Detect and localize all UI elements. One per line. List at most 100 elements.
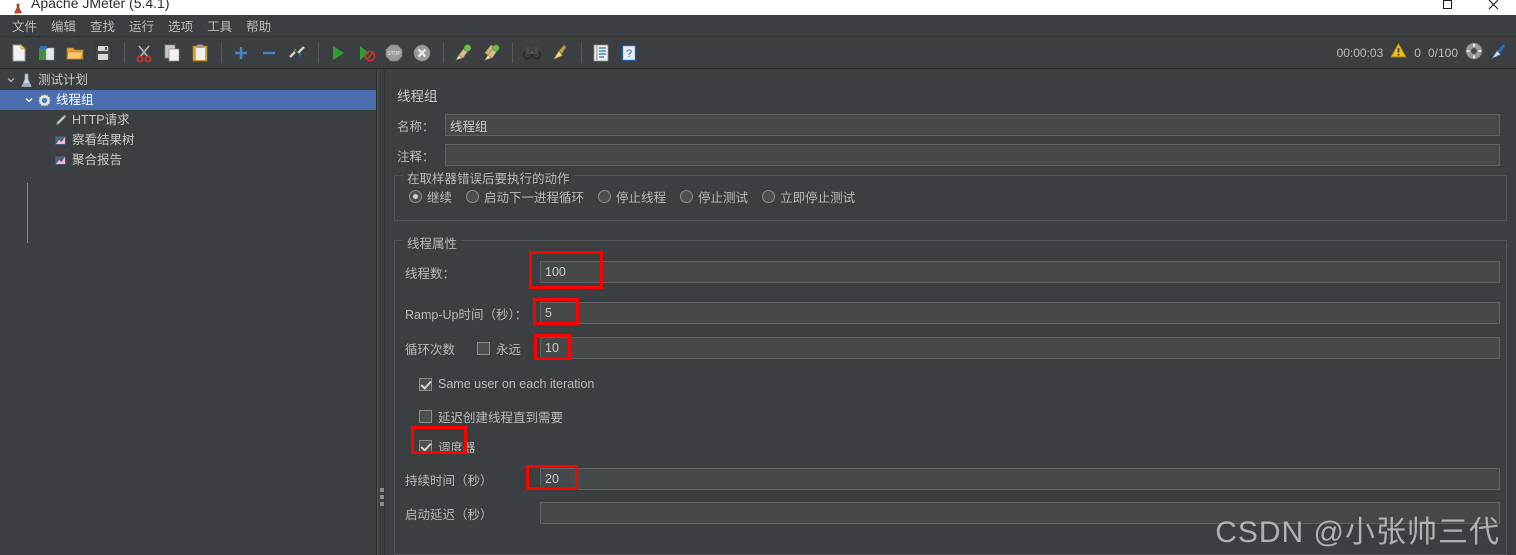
toolbar-separator-4 xyxy=(443,42,444,63)
sampler-error-action-group: 在取样器错误后要执行的动作 继续 启动下一进程循环 停止线程 停止测试 立即停止… xyxy=(394,168,1507,221)
search-button[interactable] xyxy=(519,40,545,66)
radio-start-next-loop[interactable]: 启动下一进程循环 xyxy=(466,187,584,206)
ramp-up-label: Ramp-Up时间（秒）： xyxy=(405,307,528,322)
menu-options[interactable]: 选项 xyxy=(161,14,200,37)
listener-chart-icon xyxy=(52,152,68,168)
num-threads-row: 线程数： xyxy=(405,261,1500,283)
ramp-up-input[interactable] xyxy=(540,302,1500,324)
delayed-start-checkbox[interactable]: 延迟创建线程直到需要 xyxy=(419,407,563,426)
broom-gear-icon xyxy=(453,43,473,63)
tree-node-http-request[interactable]: HTTP请求 xyxy=(0,110,376,130)
remote-engines-icon[interactable] xyxy=(1465,42,1483,65)
paste-button[interactable] xyxy=(187,40,213,66)
plus-icon xyxy=(231,43,251,63)
num-threads-input[interactable] xyxy=(540,261,1500,283)
menu-edit[interactable]: 编辑 xyxy=(44,14,83,37)
cut-button[interactable] xyxy=(131,40,157,66)
forever-label: 永远 xyxy=(496,342,522,357)
open-button[interactable] xyxy=(62,40,88,66)
tree-node-view-results-tree-label: 察看结果树 xyxy=(72,133,135,147)
name-input[interactable] xyxy=(445,114,1500,136)
save-button[interactable] xyxy=(90,40,116,66)
menu-bar: 文件 编辑 查找 运行 选项 工具 帮助 xyxy=(0,15,1516,37)
binoculars-icon xyxy=(522,43,542,63)
start-button[interactable] xyxy=(325,40,351,66)
tree-node-aggregate-report[interactable]: 聚合报告 xyxy=(0,150,376,170)
expand-all-button[interactable] xyxy=(228,40,254,66)
startup-delay-label: 启动延迟（秒） xyxy=(405,507,493,522)
function-helper-button[interactable] xyxy=(588,40,614,66)
tree-node-thread-group[interactable]: 线程组 xyxy=(0,90,376,110)
copy-button[interactable] xyxy=(159,40,185,66)
radio-continue-indicator xyxy=(409,190,422,203)
help-button[interactable]: ? xyxy=(616,40,642,66)
csdn-watermark: CSDN @小张帅三代 xyxy=(1215,516,1500,549)
clear-all-button[interactable] xyxy=(478,40,504,66)
radio-stop-test-now-indicator xyxy=(762,190,776,203)
tree-node-view-results-tree[interactable]: 察看结果树 xyxy=(0,130,376,150)
scheduler-checkbox[interactable]: 调度器 xyxy=(419,437,476,456)
menu-search[interactable]: 查找 xyxy=(83,14,122,37)
radio-stop-thread-label: 停止线程 xyxy=(616,191,667,205)
tree-node-test-plan[interactable]: 测试计划 xyxy=(0,70,376,90)
scheduler-checkbox-indicator xyxy=(419,440,432,453)
stop-button[interactable]: STOP xyxy=(381,40,407,66)
active-threads-count: 0/100 xyxy=(1427,46,1458,60)
same-user-checkbox[interactable]: Same user on each iteration xyxy=(419,377,594,391)
warning-triangle-icon[interactable] xyxy=(1390,42,1408,64)
sampler-error-action-legend: 在取样器错误后要执行的动作 xyxy=(403,168,574,187)
thread-group-editor: 线程组 名称： 注释： 在取样器错误后要执行的动作 继续 启动下一进程循环 xyxy=(385,70,1516,555)
toolbar-separator-2 xyxy=(221,42,222,63)
radio-stop-test-now[interactable]: 立即停止测试 xyxy=(762,187,855,206)
shutdown-button[interactable] xyxy=(409,40,435,66)
comment-field-row: 注释： xyxy=(397,144,1507,166)
clipboard-paste-icon xyxy=(190,43,210,63)
collapse-all-button[interactable] xyxy=(256,40,282,66)
radio-continue[interactable]: 继续 xyxy=(409,187,452,206)
duration-label: 持续时间（秒） xyxy=(405,473,493,488)
menu-tools[interactable]: 工具 xyxy=(200,14,239,37)
forever-checkbox[interactable]: 永远 xyxy=(477,339,540,358)
test-plan-tree[interactable]: 测试计划 线程组 HTTP请求 察看结果树 聚合报告 xyxy=(0,70,377,555)
scissors-icon xyxy=(134,43,154,63)
start-no-timers-button[interactable] xyxy=(353,40,379,66)
elapsed-time: 00:00:03 xyxy=(1336,46,1384,60)
radio-stop-test[interactable]: 停止测试 xyxy=(680,187,748,206)
jmeter-icon xyxy=(12,2,24,14)
error-count: 0 xyxy=(1414,46,1421,60)
radio-stop-thread[interactable]: 停止线程 xyxy=(598,187,666,206)
ramp-up-row: Ramp-Up时间（秒）： xyxy=(405,302,1500,324)
reset-search-button[interactable] xyxy=(547,40,573,66)
same-user-label: Same user on each iteration xyxy=(438,377,595,391)
open-folder-icon xyxy=(65,43,85,63)
minus-icon xyxy=(259,43,279,63)
listener-chart-icon xyxy=(52,132,68,148)
name-field-row: 名称： xyxy=(397,114,1507,136)
toggle-button[interactable] xyxy=(284,40,310,66)
svg-text:?: ? xyxy=(626,48,632,60)
chevron-down-icon[interactable] xyxy=(4,73,18,87)
menu-help[interactable]: 帮助 xyxy=(239,14,278,37)
panel-splitter[interactable] xyxy=(377,70,385,555)
menu-run[interactable]: 运行 xyxy=(122,14,161,37)
menu-file[interactable]: 文件 xyxy=(5,14,44,37)
loop-count-input[interactable] xyxy=(540,337,1500,359)
splitter-handle[interactable] xyxy=(380,488,384,506)
clear-gui-icon[interactable] xyxy=(1490,42,1508,65)
comment-input[interactable] xyxy=(445,144,1500,166)
templates-button[interactable] xyxy=(34,40,60,66)
thread-properties-legend: 线程属性 xyxy=(403,233,462,252)
chevron-down-icon[interactable] xyxy=(22,93,36,107)
duration-row: 持续时间（秒） xyxy=(405,468,1500,490)
maximize-button[interactable] xyxy=(1424,0,1470,15)
clear-button[interactable] xyxy=(450,40,476,66)
thread-group-gear-icon xyxy=(36,92,52,108)
close-button[interactable] xyxy=(1470,0,1516,15)
comment-label: 注释： xyxy=(397,149,435,164)
page-title: 线程组 xyxy=(397,89,438,104)
tree-node-test-plan-label: 测试计划 xyxy=(38,73,89,87)
toolbar-separator-5 xyxy=(512,42,513,63)
new-button[interactable] xyxy=(6,40,32,66)
jmeter-window: Apache JMeter (5.4.1) 文件 编辑 查找 运行 选项 工具 … xyxy=(0,0,1516,555)
duration-input[interactable] xyxy=(540,468,1500,490)
